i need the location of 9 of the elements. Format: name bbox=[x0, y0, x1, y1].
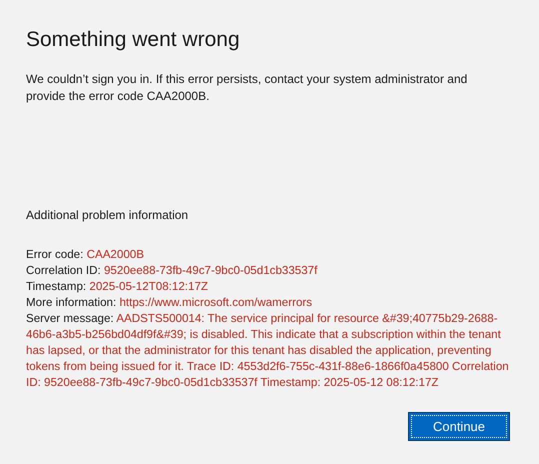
detail-line: More information: https://www.microsoft.com/wamerrors bbox=[26, 295, 314, 311]
continue-button[interactable]: Continue bbox=[409, 413, 509, 440]
detail-line: Correlation ID: 9520ee88-73fb-49c7-9bc0-05d1cb33537f bbox=[26, 263, 318, 279]
section-heading: Additional problem information bbox=[26, 207, 190, 224]
detail-line: Timestamp: 2025-05-12T08:12:17Z bbox=[26, 279, 209, 295]
error-title: Something went wrong bbox=[26, 27, 241, 53]
detail-line: Server message: AADSTS500014: The service principal for resource &#39;40775b29-2688-46b6-a3b5-b256bd04df9f&#39; is disabled. This indicate that a subscription within the tenant has lapsed, or that the administrator for this tenant has disabled the application, preventing tokens from being issued for it. Trace ID: 4553d2f6-755c-431f-88e6-1866f0a45800 Correlation ID: 9520ee88-73fb-49c7-9bc0-05d1cb33537f Timestamp: 2025-05-12 08:12:17Z bbox=[26, 311, 510, 391]
detail-line: Error code: CAA2000B bbox=[26, 247, 145, 263]
error-message: We couldn’t sign you in. If this error persists, contact your system administrator and provide the error code CAA2000B. bbox=[26, 71, 468, 105]
